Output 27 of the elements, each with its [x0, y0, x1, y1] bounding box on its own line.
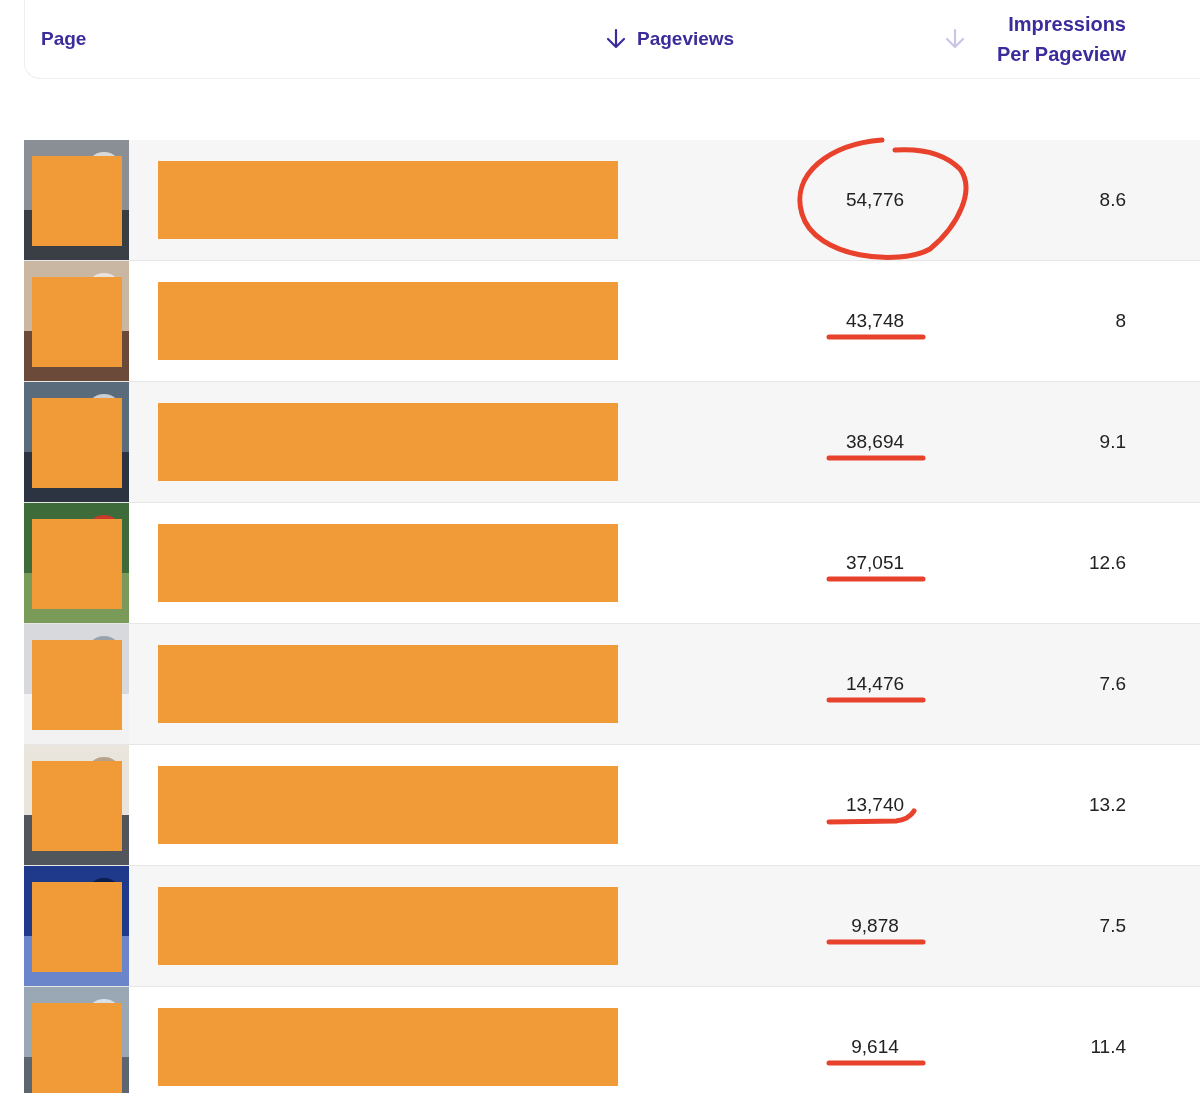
impressions-value: 7.5	[1099, 915, 1126, 937]
impressions-value: 11.4	[1090, 1036, 1126, 1058]
pageviews-value: 54,776	[845, 189, 905, 211]
table-row[interactable]: 14,476 7.6	[24, 624, 1200, 745]
pageviews-value: 9,878	[851, 915, 899, 937]
sort-arrow-icon[interactable]	[605, 28, 627, 50]
table-row[interactable]: 54,776 8.6	[24, 140, 1200, 261]
pageviews-value: 38,694	[845, 431, 905, 453]
impressions-value: 8.6	[1099, 189, 1126, 211]
table-row[interactable]: 13,740 13.2	[24, 745, 1200, 866]
impressions-value: 9.1	[1099, 431, 1126, 453]
column-header[interactable]: Impressions Per Pageview	[976, 9, 1126, 69]
impressions-value: 12.6	[1089, 552, 1126, 574]
table-row[interactable]: 9,878 7.5	[24, 866, 1200, 987]
column-header[interactable]: Page	[41, 28, 605, 50]
pageviews-value: 13,740	[845, 794, 905, 816]
column-header[interactable]: Pageviews	[637, 28, 735, 50]
table-row[interactable]: 38,694 9.1	[24, 382, 1200, 503]
pageviews-value: 37,051	[845, 552, 905, 574]
table-row[interactable]: 37,051 12.6	[24, 503, 1200, 624]
pageviews-value: 43,748	[845, 310, 905, 332]
impressions-value: 8	[1115, 310, 1126, 332]
pageviews-value: 9,614	[851, 1036, 899, 1058]
impressions-value: 7.6	[1099, 673, 1126, 695]
table-row[interactable]: 43,748 8	[24, 261, 1200, 382]
pageviews-value: 14,476	[845, 673, 905, 695]
impressions-value: 13.2	[1089, 794, 1126, 816]
